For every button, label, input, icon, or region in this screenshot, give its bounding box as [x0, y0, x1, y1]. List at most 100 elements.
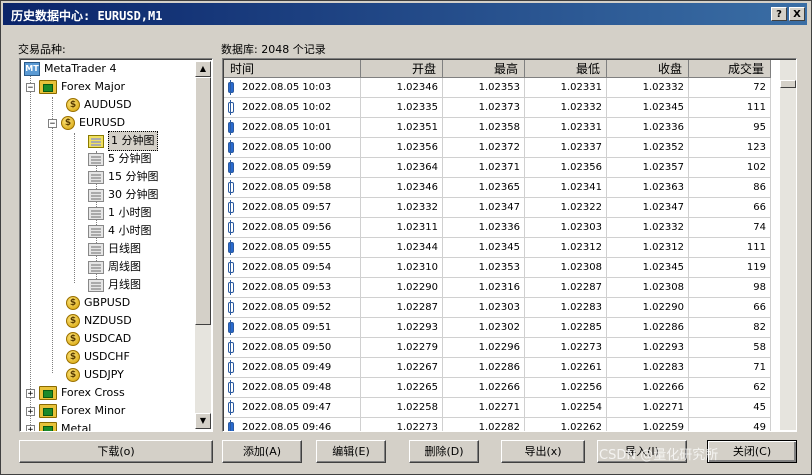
- table-row[interactable]: 2022.08.05 09:49 1.02267 1.02286 1.02261 1.0…: [224, 358, 771, 378]
- tree-timeframe-m5[interactable]: 5 分钟图: [88, 150, 152, 168]
- add-button[interactable]: 添加(A): [222, 440, 302, 463]
- cell-low: 1.02287: [525, 278, 607, 298]
- tree-timeframe-h1[interactable]: 1 小时图: [88, 204, 152, 222]
- cell-time: 2022.08.05 09:53: [224, 278, 361, 298]
- column-header-open[interactable]: 开盘: [361, 60, 443, 78]
- metatrader-icon: MT: [24, 62, 40, 76]
- tree-symbol-gbpusd[interactable]: $ GBPUSD: [66, 294, 130, 312]
- coin-icon: $: [66, 98, 80, 112]
- grid-scroll-thumb[interactable]: [780, 80, 796, 88]
- column-header-close[interactable]: 收盘: [607, 60, 689, 78]
- table-row[interactable]: 2022.08.05 09:56 1.02311 1.02336 1.02303 1.0…: [224, 218, 771, 238]
- cell-time-text: 2022.08.05 09:58: [242, 181, 332, 193]
- download-button[interactable]: 下载(o): [19, 440, 213, 463]
- tree-symbol-eurusd[interactable]: − $ EURUSD: [48, 114, 125, 132]
- grid-scrollbar[interactable]: [780, 60, 796, 430]
- cell-time: 2022.08.05 09:46: [224, 418, 361, 431]
- cell-open: 1.02265: [361, 378, 443, 398]
- symbol-tree[interactable]: MT MetaTrader 4 − Forex Major $ AUDUSD −…: [19, 58, 213, 432]
- edit-button[interactable]: 编辑(E): [316, 440, 386, 463]
- symbols-label: 交易品种:: [18, 43, 66, 56]
- title-bar[interactable]: 历史数据中心: EURUSD,M1 ? X: [3, 3, 807, 25]
- cell-high: 1.02353: [443, 258, 525, 278]
- column-header-high[interactable]: 最高: [443, 60, 525, 78]
- collapse-icon[interactable]: −: [26, 82, 35, 92]
- table-row[interactable]: 2022.08.05 09:48 1.02265 1.02266 1.02256 1.0…: [224, 378, 771, 398]
- tree-group-forex-minor[interactable]: + Forex Minor: [26, 402, 125, 420]
- table-row[interactable]: 2022.08.05 10:00 1.02356 1.02372 1.02337 1.0…: [224, 138, 771, 158]
- cell-time-text: 2022.08.05 09:49: [242, 361, 332, 373]
- scroll-up-icon[interactable]: ▲: [195, 61, 211, 77]
- scroll-down-icon[interactable]: ▼: [195, 413, 211, 429]
- tree-timeframe-m30[interactable]: 30 分钟图: [88, 186, 159, 204]
- close-button[interactable]: 关闭(C): [707, 440, 797, 463]
- window-title: 历史数据中心: EURUSD,M1: [11, 9, 163, 23]
- folder-icon: [39, 80, 57, 94]
- tree-group-forex-cross[interactable]: + Forex Cross: [26, 384, 125, 402]
- expand-icon[interactable]: +: [26, 406, 35, 416]
- table-row[interactable]: 2022.08.05 10:03 1.02346 1.02353 1.02331 1.0…: [224, 78, 771, 98]
- column-header-low[interactable]: 最低: [525, 60, 607, 78]
- cell-close: 1.02352: [607, 138, 689, 158]
- candle-icon: [228, 320, 234, 335]
- table-row[interactable]: 2022.08.05 09:52 1.02287 1.02303 1.02283 1.0…: [224, 298, 771, 318]
- tree-symbol-usdjpy[interactable]: $ USDJPY: [66, 366, 124, 384]
- cell-close: 1.02357: [607, 158, 689, 178]
- export-button[interactable]: 导出(x): [501, 440, 585, 463]
- tree-timeframe-w1[interactable]: 周线图: [88, 258, 141, 276]
- help-button[interactable]: ?: [771, 7, 787, 21]
- tree-group-metal[interactable]: + Metal: [26, 420, 91, 431]
- candle-icon: [228, 400, 234, 415]
- table-row[interactable]: 2022.08.05 09:53 1.02290 1.02316 1.02287 1.0…: [224, 278, 771, 298]
- database-label: 数据库: 2048 个记录: [221, 43, 326, 56]
- table-row[interactable]: 2022.08.05 09:51 1.02293 1.02302 1.02285 1.0…: [224, 318, 771, 338]
- tree-symbol-usdcad[interactable]: $ USDCAD: [66, 330, 131, 348]
- tree-timeframe-d1[interactable]: 日线图: [88, 240, 141, 258]
- tree-scroll-thumb[interactable]: [195, 77, 211, 325]
- tree-scrollbar[interactable]: ▲ ▼: [195, 61, 211, 429]
- tree-timeframe-m1[interactable]: 1 分钟图: [88, 131, 158, 151]
- table-row[interactable]: 2022.08.05 09:58 1.02346 1.02365 1.02341 1.0…: [224, 178, 771, 198]
- tree-symbol-usdchf[interactable]: $ USDCHF: [66, 348, 130, 366]
- table-row[interactable]: 2022.08.05 09:59 1.02364 1.02371 1.02356 1.0…: [224, 158, 771, 178]
- history-grid[interactable]: 时间 开盘 最高 最低 收盘 成交量 2022.08.05 10:03 1.02346 1.0…: [222, 58, 797, 432]
- tree-group-forex-major[interactable]: − Forex Major: [26, 78, 125, 96]
- tree-timeframe-mn[interactable]: 月线图: [88, 276, 141, 294]
- cell-time: 2022.08.05 09:59: [224, 158, 361, 178]
- timeframe-icon: [88, 152, 104, 166]
- table-row[interactable]: 2022.08.05 09:46 1.02273 1.02282 1.02262 1.0…: [224, 418, 771, 431]
- candle-icon: [228, 80, 234, 95]
- tree-symbol-nzdusd[interactable]: $ NZDUSD: [66, 312, 132, 330]
- cell-time: 2022.08.05 10:02: [224, 98, 361, 118]
- column-header-volume[interactable]: 成交量: [689, 60, 771, 78]
- table-row[interactable]: 2022.08.05 10:01 1.02351 1.02358 1.02331 1.0…: [224, 118, 771, 138]
- candle-icon: [228, 180, 234, 195]
- cell-close: 1.02283: [607, 358, 689, 378]
- table-row[interactable]: 2022.08.05 09:47 1.02258 1.02271 1.02254 1.0…: [224, 398, 771, 418]
- cell-volume: 66: [689, 198, 771, 218]
- close-window-button[interactable]: X: [789, 7, 805, 21]
- coin-icon: $: [61, 116, 75, 130]
- column-header-time[interactable]: 时间: [224, 60, 361, 78]
- cell-time: 2022.08.05 09:58: [224, 178, 361, 198]
- expand-icon[interactable]: +: [26, 388, 35, 398]
- table-row[interactable]: 2022.08.05 09:50 1.02279 1.02296 1.02273 1.0…: [224, 338, 771, 358]
- table-row[interactable]: 2022.08.05 09:55 1.02344 1.02345 1.02312 1.0…: [224, 238, 771, 258]
- table-row[interactable]: 2022.08.05 09:57 1.02332 1.02347 1.02322 1.0…: [224, 198, 771, 218]
- cell-close: 1.02332: [607, 78, 689, 98]
- tree-root[interactable]: MT MetaTrader 4: [24, 60, 116, 78]
- candle-icon: [228, 160, 234, 175]
- collapse-icon[interactable]: −: [48, 118, 57, 128]
- timeframe-icon: [88, 188, 104, 202]
- expand-icon[interactable]: +: [26, 424, 35, 431]
- delete-button[interactable]: 删除(D): [409, 440, 479, 463]
- table-row[interactable]: 2022.08.05 10:02 1.02335 1.02373 1.02332 1.0…: [224, 98, 771, 118]
- tree-timeframe-h4[interactable]: 4 小时图: [88, 222, 152, 240]
- cell-open: 1.02279: [361, 338, 443, 358]
- cell-time-text: 2022.08.05 09:50: [242, 341, 332, 353]
- candle-icon: [228, 300, 234, 315]
- tree-symbol-audusd[interactable]: $ AUDUSD: [66, 96, 132, 114]
- tree-timeframe-m15[interactable]: 15 分钟图: [88, 168, 159, 186]
- table-row[interactable]: 2022.08.05 09:54 1.02310 1.02353 1.02308 1.0…: [224, 258, 771, 278]
- cell-open: 1.02346: [361, 178, 443, 198]
